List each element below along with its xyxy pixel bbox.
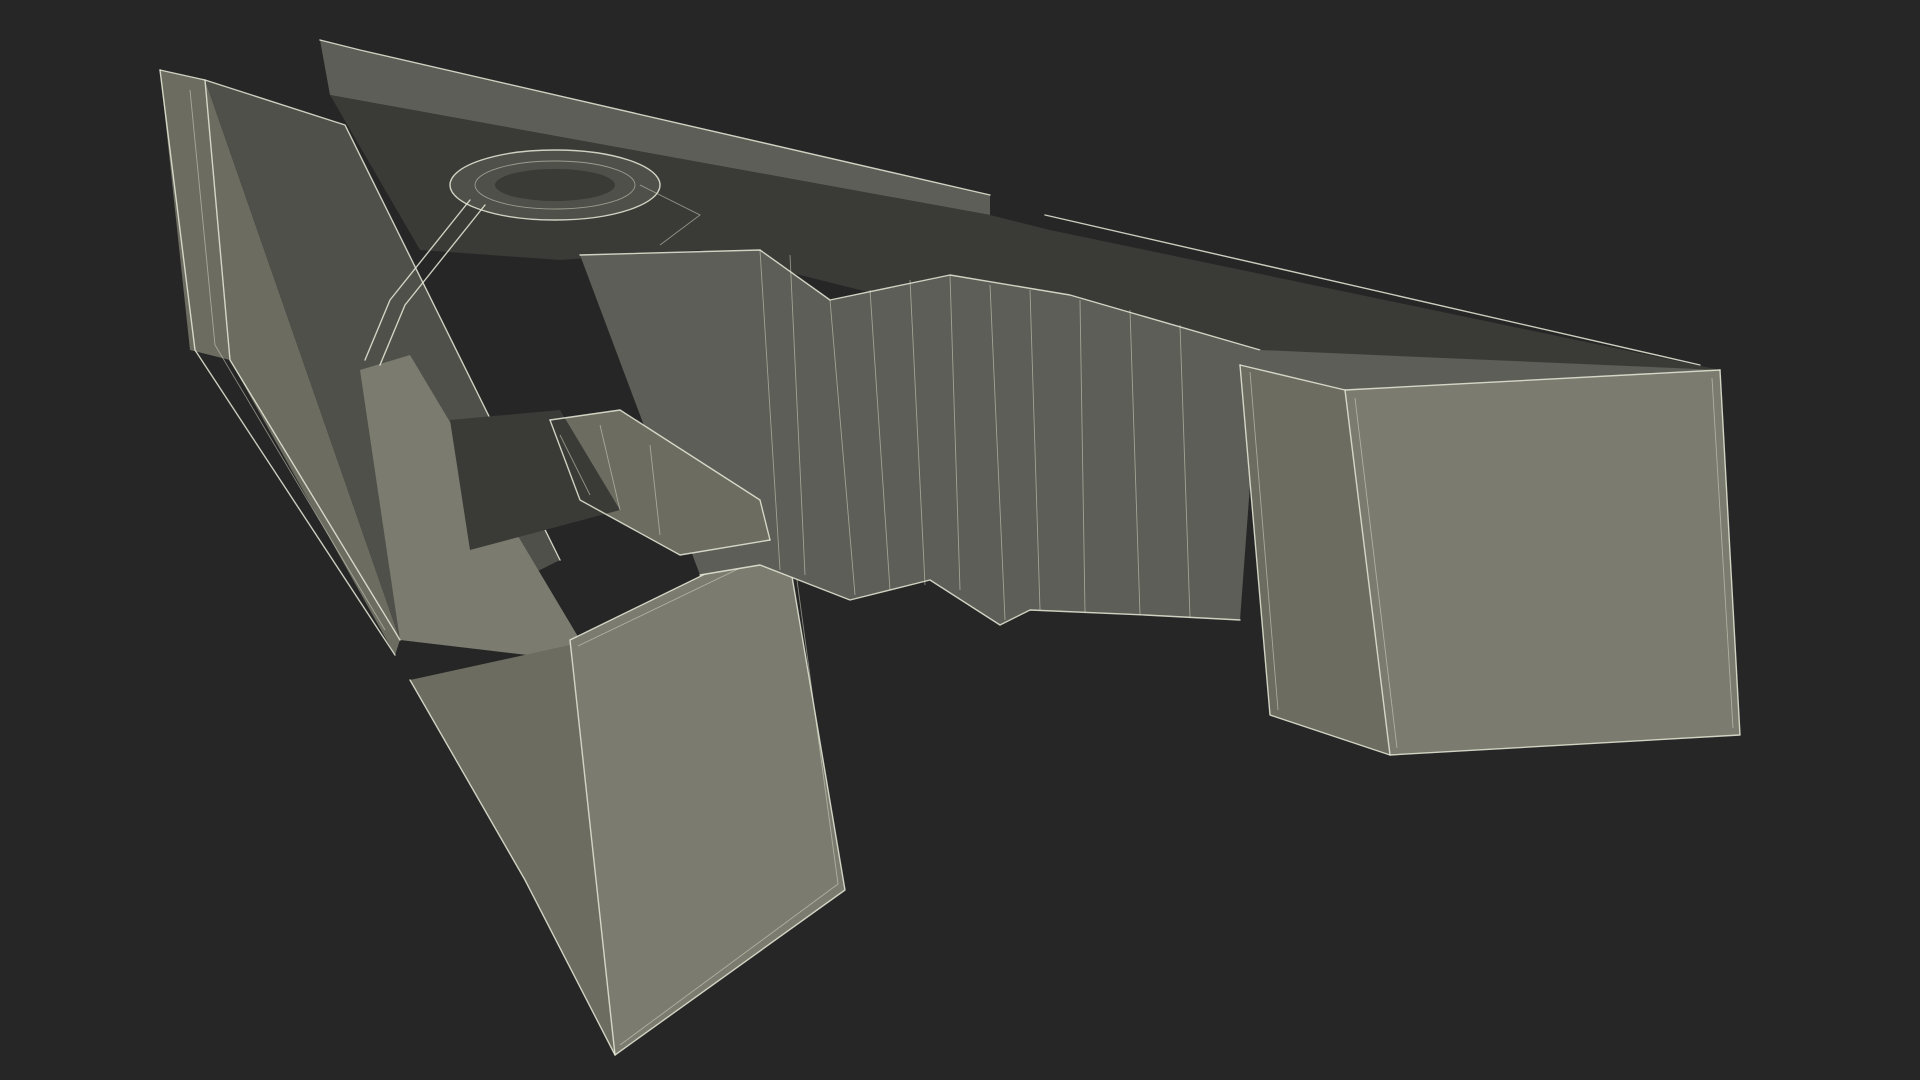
clothespin-wireframe-render bbox=[159, 39, 1741, 1056]
render-viewport: clothespin-wireframe-model bbox=[0, 0, 1920, 1080]
right-jaw-block bbox=[1239, 350, 1741, 756]
right-jaw-front bbox=[1345, 370, 1740, 755]
left-arm-tip-panel bbox=[570, 535, 845, 1055]
